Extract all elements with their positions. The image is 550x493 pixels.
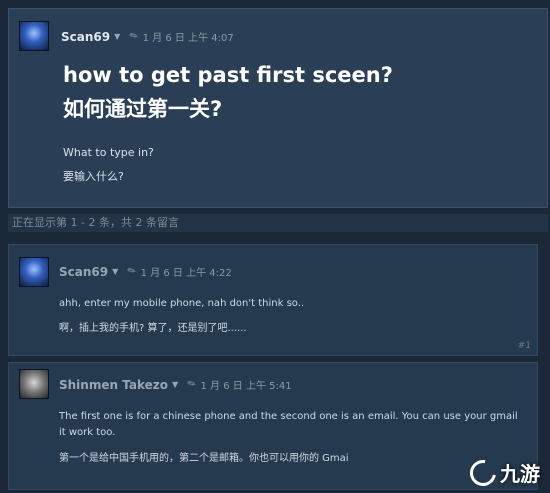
pin-icon: ✎ bbox=[128, 29, 141, 44]
dropdown-caret-icon[interactable]: ▼ bbox=[114, 32, 120, 41]
topic-body-line: 要输入什么? bbox=[63, 170, 124, 183]
reply-author-row: Scan69 ▼ ✎ 1 月 6 日 上午 4:22 bbox=[59, 264, 232, 280]
topic-body-line: What to type in? bbox=[63, 146, 154, 159]
author-avatar[interactable] bbox=[19, 257, 49, 287]
author-name[interactable]: Shinmen Takezo bbox=[59, 378, 168, 392]
author-name[interactable]: Scan69 bbox=[61, 30, 110, 44]
jiuyou-logo-icon bbox=[464, 454, 502, 491]
reply-author-row: Shinmen Takezo ▼ ✎ 1 月 6 日 上午 5:41 bbox=[59, 377, 292, 393]
post-timestamp: 1 月 6 日 上午 5:41 bbox=[200, 381, 292, 392]
reply-post: Shinmen Takezo ▼ ✎ 1 月 6 日 上午 5:41 The f… bbox=[8, 362, 538, 490]
pin-icon: ✎ bbox=[185, 377, 199, 392]
pin-icon: ✎ bbox=[126, 264, 139, 279]
dropdown-caret-icon[interactable]: ▼ bbox=[172, 380, 178, 389]
author-avatar[interactable] bbox=[19, 369, 49, 399]
reply-text-line: it work too. bbox=[59, 427, 116, 438]
topic-author-row: Scan69 ▼ ✎ 1 月 6 日 上午 4:07 bbox=[61, 29, 234, 45]
dropdown-caret-icon[interactable]: ▼ bbox=[112, 267, 118, 276]
post-timestamp: 1 月 6 日 上午 4:07 bbox=[142, 33, 234, 44]
reply-text-line: ahh, enter my mobile phone, nah don't th… bbox=[59, 298, 305, 309]
author-name[interactable]: Scan69 bbox=[59, 265, 108, 279]
author-avatar[interactable] bbox=[19, 21, 49, 51]
topic-title-translation: 如何通过第一关? bbox=[63, 97, 223, 121]
reply-text-line: 第一个是给中国手机用的，第二个是邮箱。你也可以用你的 Gmai bbox=[59, 453, 349, 464]
watermark-text: 九游 bbox=[500, 462, 540, 486]
reply-number-link[interactable]: #1 bbox=[518, 341, 531, 351]
reply-post: Scan69 ▼ ✎ 1 月 6 日 上午 4:22 ahh, enter my… bbox=[8, 244, 538, 356]
comment-count-bar: 正在显示第 1 - 2 条，共 2 条留言 bbox=[8, 214, 548, 232]
topic-post: Scan69 ▼ ✎ 1 月 6 日 上午 4:07 how to get pa… bbox=[8, 8, 548, 208]
site-watermark: 九游 bbox=[464, 454, 540, 491]
post-timestamp: 1 月 6 日 上午 4:22 bbox=[140, 268, 232, 279]
topic-title: how to get past first sceen? bbox=[63, 63, 393, 87]
reply-text-line: The first one is for a chinese phone and… bbox=[59, 411, 518, 422]
reply-text-line: 啊，插上我的手机? 算了，还是别了吧...... bbox=[59, 323, 247, 334]
